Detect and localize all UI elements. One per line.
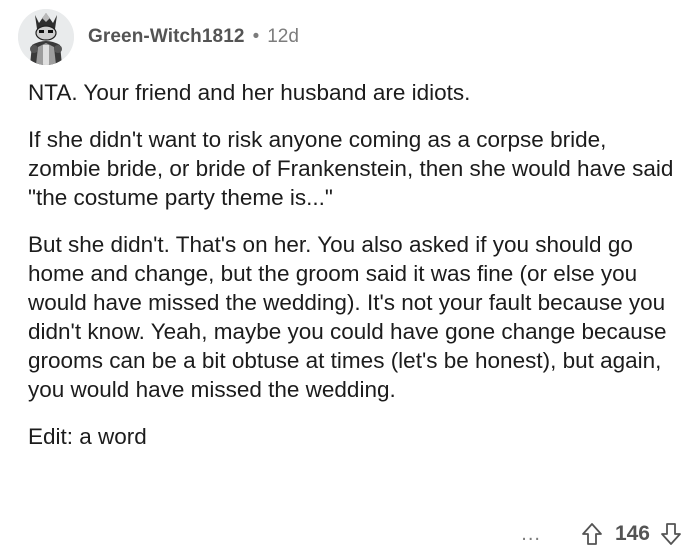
meta-separator: • xyxy=(252,26,260,47)
comment-paragraph: But she didn't. That's on her. You also … xyxy=(28,232,667,402)
vote-score: 146 xyxy=(614,522,650,545)
avatar[interactable] xyxy=(18,9,74,65)
comment-age[interactable]: 12d xyxy=(267,26,299,48)
comment-paragraph: Edit: a word xyxy=(28,424,147,449)
downvote-icon[interactable] xyxy=(660,522,682,546)
comment: Green-Witch1812 • 12d NTA. Your friend a… xyxy=(0,0,700,558)
comment-actions: ... 146 xyxy=(521,518,682,550)
comment-header: Green-Witch1812 • 12d xyxy=(18,9,299,65)
more-options-button[interactable]: ... xyxy=(521,524,541,544)
comment-paragraph: NTA. Your friend and her husband are idi… xyxy=(28,80,471,105)
author-username[interactable]: Green-Witch1812 xyxy=(88,26,245,48)
upvote-icon[interactable] xyxy=(581,522,603,546)
comment-body: NTA. Your friend and her husband are idi… xyxy=(28,78,678,469)
snoo-avatar-icon xyxy=(18,9,74,65)
comment-paragraph: If she didn't want to risk anyone coming… xyxy=(28,127,674,210)
